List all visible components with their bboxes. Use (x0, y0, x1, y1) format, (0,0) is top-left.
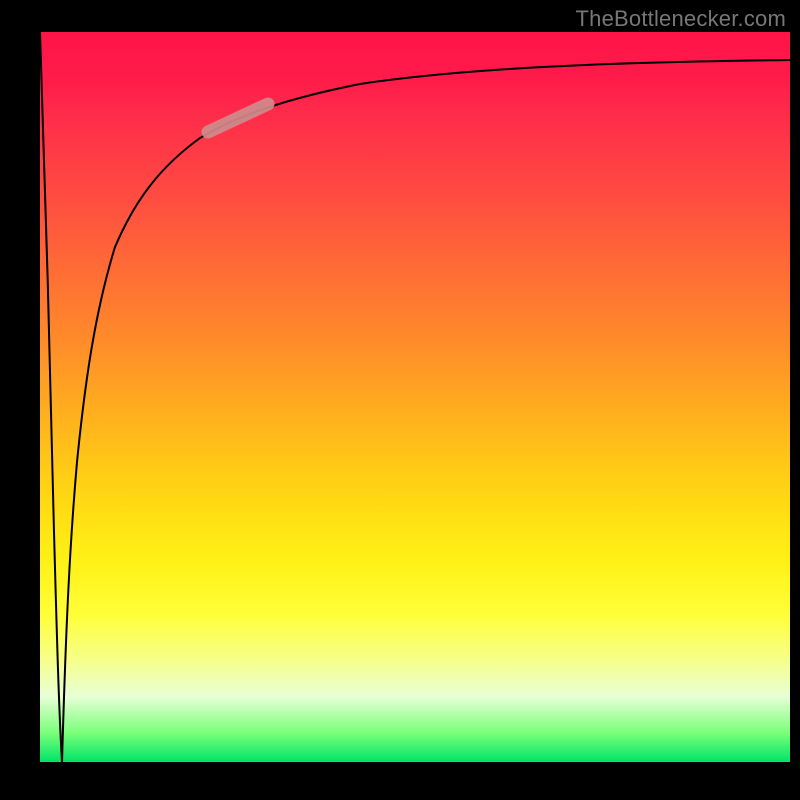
curve-right-branch (62, 60, 790, 762)
plot-area (40, 32, 790, 762)
highlight-marker (208, 104, 268, 132)
curve-left-branch (40, 32, 62, 762)
watermark-label: TheBottlenecker.com (576, 6, 786, 32)
chart-frame: TheBottlenecker.com (0, 0, 800, 800)
curve-svg (40, 32, 790, 762)
